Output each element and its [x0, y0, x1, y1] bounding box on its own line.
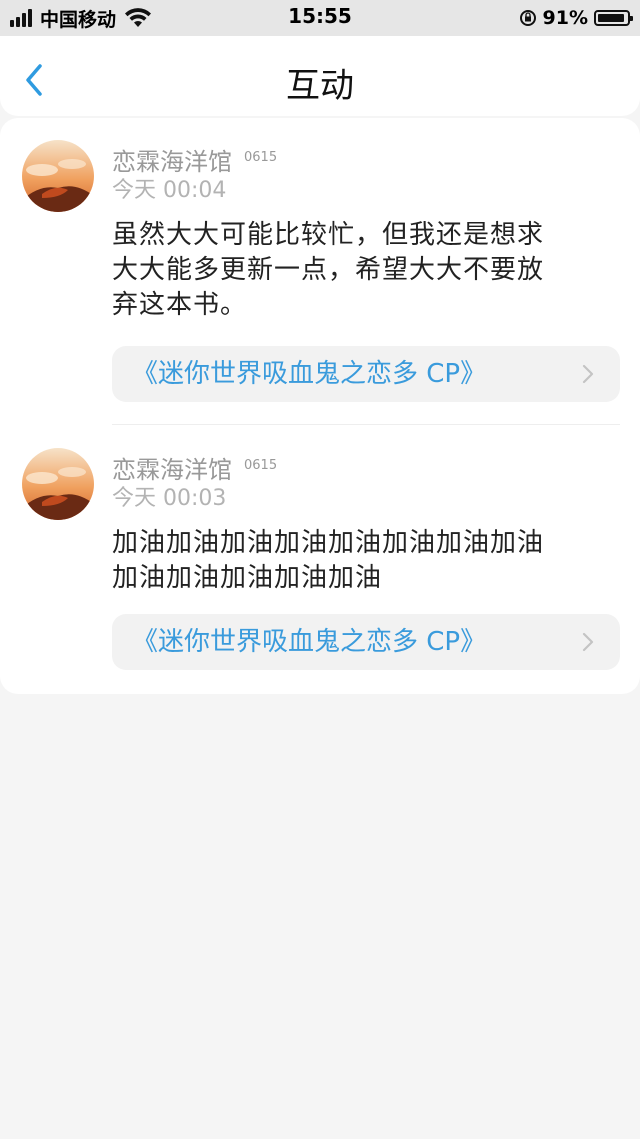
comment-text: 加油加油加油加油加油加油加油加油 加油加油加油加油加油 [112, 526, 617, 596]
comment-time: 今天 00:04 [112, 178, 227, 203]
user-avatar[interactable] [22, 448, 94, 520]
comment-line: 虽然大大可能比较忙，但我还是想求 [112, 220, 545, 250]
comment-line: 加油加油加油加油加油 [112, 563, 383, 593]
nav-bar: 互动 [0, 36, 640, 116]
chevron-right-icon [582, 364, 594, 384]
divider [112, 424, 620, 425]
user-badge: 0615 [244, 458, 278, 473]
battery-percent: 91% [542, 7, 588, 29]
book-link[interactable]: 《迷你世界吸血鬼之恋多 CP》 [112, 346, 620, 402]
comment-text: 虽然大大可能比较忙，但我还是想求 大大能多更新一点，希望大大不要放 弃这本书。 [112, 218, 617, 323]
user-badge: 0615 [244, 150, 278, 165]
comment-line: 大大能多更新一点，希望大大不要放 [112, 255, 545, 285]
username[interactable]: 恋霖海洋馆 [112, 148, 232, 176]
status-right: 91% [519, 5, 633, 31]
comment-item: 恋霖海洋馆 0615 今天 00:04 虽然大大可能比较忙，但我还是想求 大大能… [0, 118, 640, 418]
username[interactable]: 恋霖海洋馆 [112, 456, 232, 484]
book-title: 《迷你世界吸血鬼之恋多 CP》 [132, 359, 487, 389]
comment-line: 弃这本书。 [112, 290, 248, 320]
comment-list: 恋霖海洋馆 0615 今天 00:04 虽然大大可能比较忙，但我还是想求 大大能… [0, 118, 640, 694]
comment-time: 今天 00:03 [112, 486, 227, 511]
status-bar: 中国移动 15:55 91% [0, 0, 640, 36]
comment-item: 恋霖海洋馆 0615 今天 00:03 加油加油加油加油加油加油加油加油 加油加… [0, 426, 640, 686]
book-title: 《迷你世界吸血鬼之恋多 CP》 [132, 627, 487, 657]
rotation-lock-icon [519, 10, 536, 26]
page-title: 互动 [286, 66, 354, 106]
book-link[interactable]: 《迷你世界吸血鬼之恋多 CP》 [112, 614, 620, 670]
comment-line: 加油加油加油加油加油加油加油加油 [112, 528, 545, 558]
battery-icon [594, 10, 633, 26]
user-avatar[interactable] [22, 140, 94, 212]
chevron-right-icon [582, 632, 594, 652]
